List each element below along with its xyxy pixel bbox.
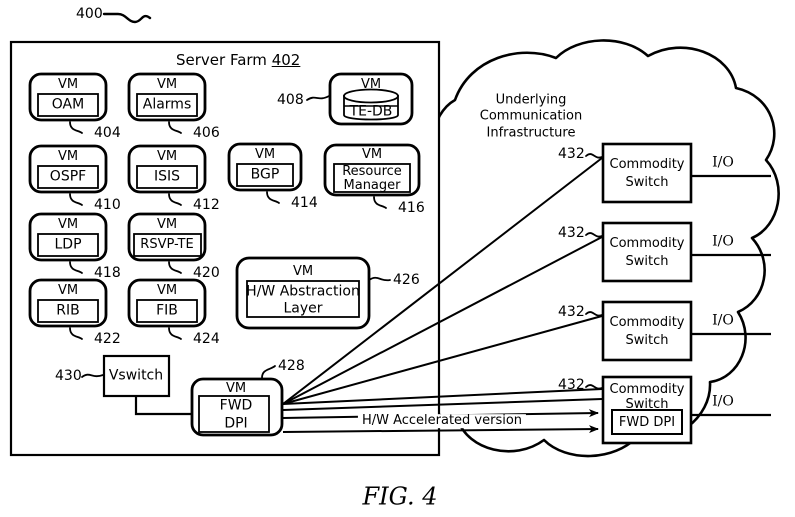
server-farm-title-text: Server Farm <box>176 51 267 69</box>
vm-rsvpte-name: RSVP-TE <box>140 237 194 253</box>
vm-hw-abstraction-vm-label: VM <box>292 264 314 280</box>
commodity-switch-4-label-line2: Switch <box>625 397 669 413</box>
vm-tedb-vm-label: VM <box>360 77 382 93</box>
figure-vector-layer <box>9 12 780 458</box>
vm-rib-name: RIB <box>56 302 80 319</box>
vm-ospf-name: OSPF <box>49 168 87 185</box>
ref-numeral-414: 414 <box>291 195 318 211</box>
vm-ldp-name: LDP <box>54 236 82 253</box>
commodity-switch-2-label-line1: Commodity <box>609 236 685 252</box>
ref-numeral-410: 410 <box>94 197 121 213</box>
server-farm-title-ref: 402 <box>271 51 301 69</box>
vm-resource-manager-vm-label: VM <box>361 147 383 163</box>
ref-numeral-432-switch-4: 432 <box>558 377 585 393</box>
commodity-switch-3-label-line1: Commodity <box>609 315 685 331</box>
vm-hw-abstraction-line2: Layer <box>283 300 323 317</box>
ref-numeral-426: 426 <box>393 272 420 288</box>
ref-numeral-432-switch-3: 432 <box>558 304 585 320</box>
ref-numeral-424: 424 <box>193 331 220 347</box>
vm-fwd-line1: FWD <box>219 397 253 414</box>
io-label-4: I/O <box>712 393 734 410</box>
cloud-label-line1: Underlying <box>495 92 567 108</box>
vm-isis-vm-label: VM <box>156 149 178 165</box>
vm-rsvpte-vm-label: VM <box>156 217 178 233</box>
cloud-label-line3: Infrastructure <box>486 125 576 141</box>
commodity-switch-4-label-line1: Commodity <box>609 382 685 398</box>
ref-numeral-404: 404 <box>94 125 121 141</box>
cloud-label-line2: Communication <box>479 108 583 124</box>
vm-ospf-vm-label: VM <box>57 149 79 165</box>
commodity-switch-2-label-line2: Switch <box>625 254 669 270</box>
vm-alarms-vm-label: VM <box>156 77 178 93</box>
ref-numeral-430: 430 <box>55 368 82 384</box>
commodity-switch-1-label-line2: Switch <box>625 175 669 191</box>
vm-fib-name: FIB <box>156 302 178 319</box>
vm-isis-name: ISIS <box>153 168 181 185</box>
vm-hw-abstraction-line1: H/W Abstraction <box>246 283 360 300</box>
vm-tedb-name: TE-DB <box>349 103 393 120</box>
commodity-switch-3-label-line2: Switch <box>625 333 669 349</box>
vswitch-label: Vswitch <box>108 367 164 384</box>
commodity-switch-1-label-line1: Commodity <box>609 157 685 173</box>
vm-bgp-name: BGP <box>250 166 280 183</box>
io-label-3: I/O <box>712 312 734 329</box>
vm-bgp-vm-label: VM <box>254 147 276 163</box>
cloud-infrastructure-label: Underlying Communication Infrastructure <box>480 93 582 142</box>
vm-fwd-line2: DPI <box>224 415 248 432</box>
ref-numeral-400: 400 <box>76 6 103 22</box>
vm-resource-manager-name-line2: Manager <box>343 178 401 194</box>
ref-numeral-412: 412 <box>193 197 220 213</box>
ref-numeral-428: 428 <box>278 358 305 374</box>
vm-fwd-dpi-vm-label: VM <box>225 381 247 397</box>
ref-numeral-432-switch-1: 432 <box>558 146 585 162</box>
server-farm-title: Server Farm 402 <box>176 51 301 69</box>
ref-numeral-416: 416 <box>398 200 425 216</box>
vm-resource-manager-name-line1: Resource <box>342 164 402 180</box>
vm-ldp-vm-label: VM <box>57 217 79 233</box>
ref-numeral-432-switch-2: 432 <box>558 225 585 241</box>
io-label-1: I/O <box>712 154 734 171</box>
vm-alarms-name: Alarms <box>142 96 192 113</box>
ref-numeral-420: 420 <box>193 265 220 281</box>
ref-numeral-406: 406 <box>193 125 220 141</box>
vm-oam-vm-label: VM <box>57 77 79 93</box>
figure-caption: FIG. 4 <box>362 482 438 511</box>
vm-fib-vm-label: VM <box>156 283 178 299</box>
vm-rib-vm-label: VM <box>57 283 79 299</box>
ref-numeral-418: 418 <box>94 265 121 281</box>
vm-oam-name: OAM <box>51 96 85 113</box>
ref-400-leader <box>102 12 152 24</box>
ref-numeral-422: 422 <box>94 331 121 347</box>
commodity-switch-4-fwd-dpi-label: FWD DPI <box>618 415 676 431</box>
patent-figure-4: 400 Server Farm 402 VM OAM 404 VM OSPF 4… <box>0 0 795 517</box>
io-label-2: I/O <box>712 233 734 250</box>
ref-numeral-408: 408 <box>277 92 304 108</box>
hw-accelerated-version-label: H/W Accelerated version <box>357 414 527 428</box>
